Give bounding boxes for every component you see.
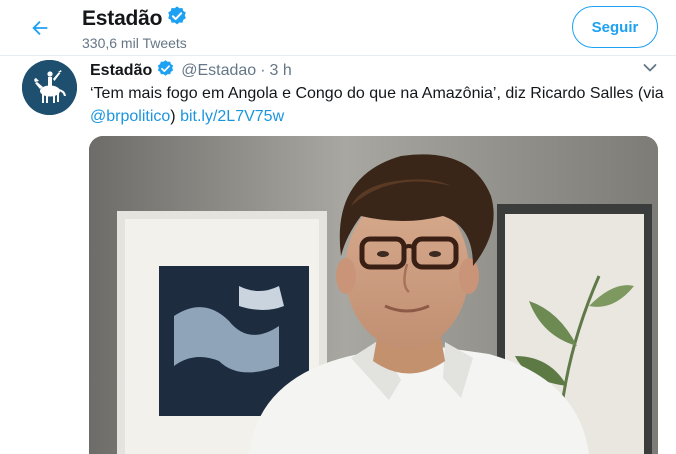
tweet-menu-button[interactable] xyxy=(640,60,660,76)
tweet-count: 330,6 mil Tweets xyxy=(82,35,187,51)
tweet-image[interactable] xyxy=(89,136,658,454)
separator-dot: · xyxy=(260,62,266,79)
tweet-text-part1: ‘Tem mais fogo em Angola e Congo do que … xyxy=(90,85,664,102)
verified-badge-icon xyxy=(166,5,188,32)
chevron-down-icon xyxy=(643,64,657,72)
portrait-photo xyxy=(89,136,658,454)
avatar[interactable] xyxy=(22,60,77,115)
arrow-left-icon xyxy=(32,20,48,36)
verified-badge-icon xyxy=(156,59,175,83)
tweet-author-name[interactable]: Estadão xyxy=(90,62,152,80)
profile-header: Estadão 330,6 mil Tweets Seguir xyxy=(0,0,676,56)
tweet[interactable]: Estadão @Estadao · 3 h ‘Tem mais fogo em… xyxy=(0,56,676,454)
back-button[interactable] xyxy=(22,10,58,46)
tweet-text: ‘Tem mais fogo em Angola e Congo do que … xyxy=(90,82,665,128)
mention-link[interactable]: @brpolitico xyxy=(90,108,170,125)
tweet-timestamp[interactable]: 3 h xyxy=(270,62,292,80)
header-title: Estadão xyxy=(82,5,188,32)
url-link[interactable]: bit.ly/2L7V75w xyxy=(180,108,284,125)
horse-rider-logo-icon xyxy=(22,60,77,115)
tweet-header: Estadão @Estadao · 3 h xyxy=(90,59,292,83)
tweet-text-part2: ) xyxy=(170,108,181,125)
tweet-author-handle[interactable]: @Estadao xyxy=(181,62,256,80)
profile-name: Estadão xyxy=(82,6,163,30)
follow-button[interactable]: Seguir xyxy=(572,6,658,48)
